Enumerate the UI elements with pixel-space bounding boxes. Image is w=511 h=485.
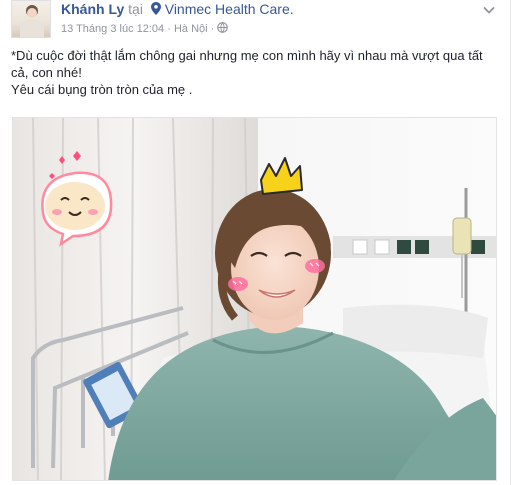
globe-icon[interactable] (217, 22, 229, 33)
at-word: tại (128, 1, 143, 17)
chevron-down-icon[interactable] (482, 3, 496, 17)
avatar-body (20, 19, 44, 37)
post-timestamp[interactable]: 13 Tháng 3 lúc 12:04 (61, 23, 164, 35)
post-photo[interactable] (12, 117, 497, 481)
caption-line-1: *Dù cuộc đời thật lắm chông gai nhưng mẹ… (11, 48, 483, 80)
post-header: Khánh Ly tại Vinmec Health Care. (61, 1, 294, 17)
author-name-link[interactable]: Khánh Ly (61, 1, 124, 17)
meta-separator: · (167, 23, 171, 35)
hospital-selfie-image (13, 118, 496, 480)
meta-separator-2: · (210, 23, 215, 35)
post-meta: 13 Tháng 3 lúc 12:04 · Hà Nội · (61, 22, 229, 35)
facebook-post: Khánh Ly tại Vinmec Health Care. 13 Thán… (0, 0, 511, 485)
avatar-face (27, 8, 37, 18)
post-caption: *Dù cuộc đời thật lắm chông gai nhưng mẹ… (11, 47, 491, 98)
post-city[interactable]: Hà Nội (174, 23, 208, 35)
place-link[interactable]: Vinmec Health Care. (165, 1, 294, 17)
map-pin-icon (150, 2, 161, 15)
caption-line-2: Yêu cái bụng tròn tròn của mẹ . (11, 82, 193, 97)
author-avatar[interactable] (11, 0, 51, 38)
